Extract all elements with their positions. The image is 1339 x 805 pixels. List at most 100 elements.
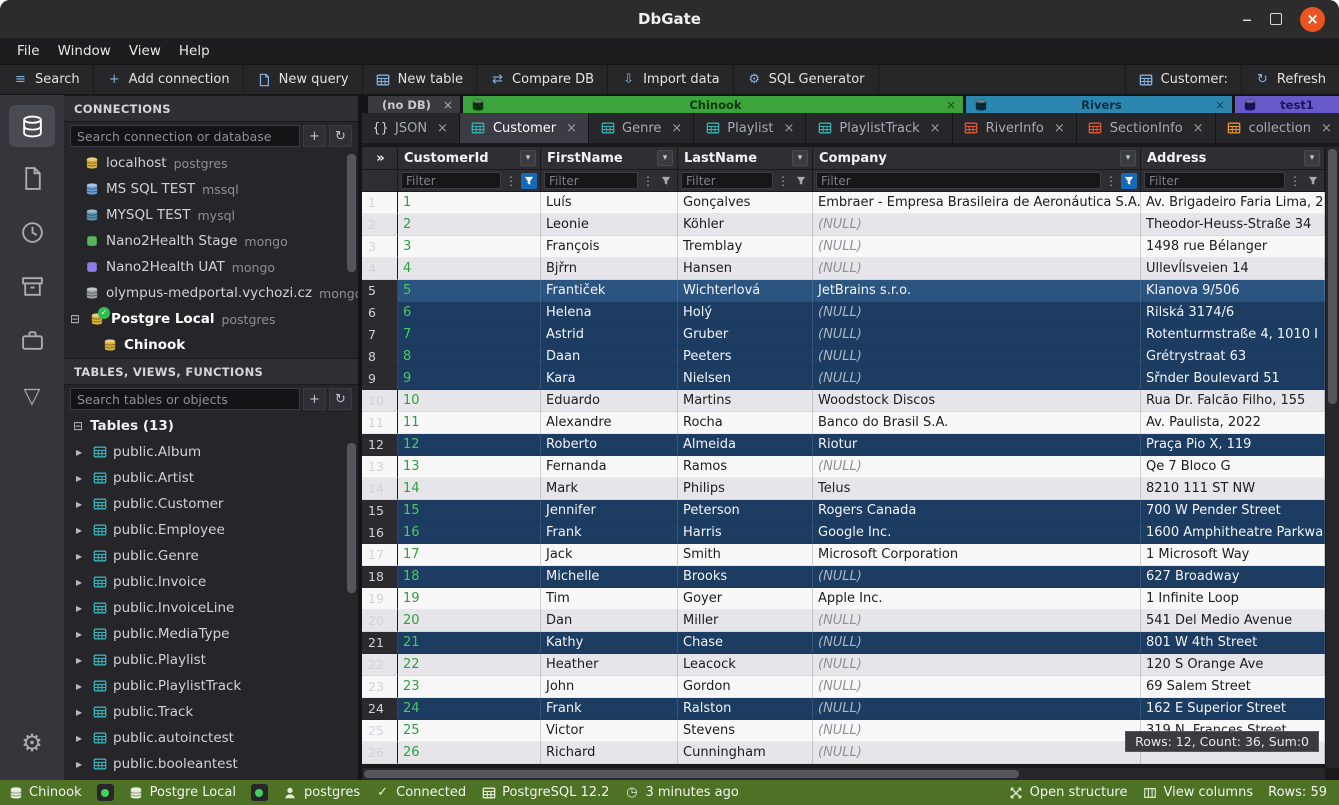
cell[interactable]: Embraer - Empresa Brasileira de Aeronáut…	[813, 192, 1141, 214]
cell[interactable]: 7	[398, 324, 541, 346]
table-row[interactable]: 2424FrankRalston(NULL)162 E Superior Str…	[362, 698, 1339, 720]
row-number[interactable]: 10	[362, 390, 398, 412]
cell[interactable]: Almeida	[678, 434, 813, 456]
cell[interactable]: 6	[398, 302, 541, 324]
table-row[interactable]: 1515JenniferPetersonRogers Canada700 W P…	[362, 500, 1339, 522]
cell[interactable]: Holý	[678, 302, 813, 324]
cell[interactable]: Heather	[541, 654, 678, 676]
add-connection-small-button[interactable]: +	[303, 125, 326, 147]
cell[interactable]: Google Inc.	[813, 522, 1141, 544]
column-header-address[interactable]: Address▾	[1141, 147, 1325, 170]
close-icon[interactable]: ×	[784, 121, 795, 136]
cell[interactable]: Qe 7 Bloco G	[1141, 456, 1325, 478]
cell[interactable]: 22	[398, 654, 541, 676]
table-public-genre[interactable]: ▸public.Genre	[64, 543, 358, 569]
connection-localhost[interactable]: localhostpostgres	[64, 150, 358, 176]
table-public-employee[interactable]: ▸public.Employee	[64, 517, 358, 543]
toolbar-new-query[interactable]: New query	[244, 65, 363, 94]
row-number[interactable]: 6	[362, 302, 398, 324]
cell[interactable]: Banco do Brasil S.A.	[813, 412, 1141, 434]
table-public-customer[interactable]: ▸public.Customer	[64, 491, 358, 517]
row-number[interactable]: 24	[362, 698, 398, 720]
cell[interactable]: 23	[398, 676, 541, 698]
close-icon[interactable]: ×	[1054, 121, 1065, 136]
tab-genre[interactable]: Genre×	[589, 113, 694, 143]
row-number[interactable]: 7	[362, 324, 398, 346]
expand-chevron-icon[interactable]: ▸	[72, 757, 86, 771]
connection-search-input[interactable]	[70, 125, 300, 147]
dbtab-no-db[interactable]: (no DB)×	[368, 96, 460, 113]
cell[interactable]: Victor	[541, 720, 678, 742]
connection-nano2health-uat[interactable]: Nano2Health UATmongo	[64, 254, 358, 280]
table-public-artist[interactable]: ▸public.Artist	[64, 465, 358, 491]
close-icon[interactable]: ×	[437, 121, 448, 136]
row-number[interactable]: 3	[362, 236, 398, 258]
cell[interactable]: Rogers Canada	[813, 500, 1141, 522]
table-row[interactable]: 99KaraNielsen(NULL)Sřnder Boulevard 51	[362, 368, 1339, 390]
filter-input-company[interactable]	[816, 172, 1101, 189]
cell[interactable]: Klanova 9/506	[1141, 280, 1325, 302]
row-number[interactable]: 26	[362, 742, 398, 764]
table-row[interactable]: 2323JohnGordon(NULL)69 Salem Street	[362, 676, 1339, 698]
cell[interactable]: Theodor-Heuss-Straße 34	[1141, 214, 1325, 236]
sidebar-tab-plugins[interactable]	[9, 321, 55, 363]
cell[interactable]: Jennifer	[541, 500, 678, 522]
menu-window[interactable]: Window	[49, 43, 120, 59]
cell[interactable]: Tremblay	[678, 236, 813, 258]
table-row[interactable]: 1414MarkPhilipsTelus8210 111 ST NW	[362, 478, 1339, 500]
cell[interactable]: 3	[398, 236, 541, 258]
tab-customer[interactable]: Customer×	[460, 113, 589, 143]
funnel-icon[interactable]	[658, 173, 674, 189]
menu-file[interactable]: File	[8, 43, 49, 59]
cell[interactable]: 14	[398, 478, 541, 500]
cell[interactable]: 10	[398, 390, 541, 412]
maximize-button[interactable]	[1270, 13, 1282, 25]
close-icon[interactable]: ×	[443, 98, 453, 112]
table-row[interactable]: 1313FernandaRamos(NULL)Qe 7 Bloco G	[362, 456, 1339, 478]
row-number[interactable]: 13	[362, 456, 398, 478]
row-number[interactable]: 12	[362, 434, 398, 456]
add-table-small-button[interactable]: +	[303, 388, 326, 410]
cell[interactable]: Astrid	[541, 324, 678, 346]
cell[interactable]: (NULL)	[813, 632, 1141, 654]
cell[interactable]: 13	[398, 456, 541, 478]
expand-chevron-icon[interactable]: ▸	[72, 523, 86, 537]
cell[interactable]: (NULL)	[813, 698, 1141, 720]
scrollbar-thumb[interactable]	[364, 770, 1019, 778]
collapse-icon[interactable]: ⊟	[68, 312, 82, 326]
cell[interactable]: Richard	[541, 742, 678, 764]
cell[interactable]: Brooks	[678, 566, 813, 588]
table-row[interactable]: 1717JackSmithMicrosoft Corporation1 Micr…	[362, 544, 1339, 566]
cell[interactable]: (NULL)	[813, 566, 1141, 588]
column-header-lastname[interactable]: LastName▾	[678, 147, 813, 170]
cell[interactable]: Helena	[541, 302, 678, 324]
status-connected[interactable]: ✓Connected	[375, 785, 466, 800]
close-icon[interactable]: ×	[946, 98, 956, 112]
expand-chevron-icon[interactable]: ▸	[72, 601, 86, 615]
cell[interactable]: Tim	[541, 588, 678, 610]
table-row[interactable]: 2222HeatherLeacock(NULL)120 S Orange Ave	[362, 654, 1339, 676]
close-icon[interactable]: ×	[1321, 121, 1332, 136]
menu-view[interactable]: View	[120, 43, 170, 59]
cell[interactable]: (NULL)	[813, 368, 1141, 390]
cell[interactable]: 5	[398, 280, 541, 302]
horizontal-scrollbar[interactable]	[362, 768, 1325, 780]
cell[interactable]: Kathy	[541, 632, 678, 654]
scrollbar-thumb[interactable]	[1328, 149, 1337, 404]
cell[interactable]: 15	[398, 500, 541, 522]
cell[interactable]: Kara	[541, 368, 678, 390]
cell[interactable]: Köhler	[678, 214, 813, 236]
cell[interactable]: 17	[398, 544, 541, 566]
row-number[interactable]: 14	[362, 478, 398, 500]
cell[interactable]: 21	[398, 632, 541, 654]
filter-menu-icon[interactable]: ⋮	[640, 173, 656, 189]
expand-chevron-icon[interactable]: ▸	[72, 497, 86, 511]
row-number[interactable]: 2	[362, 214, 398, 236]
table-row[interactable]: 1111AlexandreRochaBanco do Brasil S.A.Av…	[362, 412, 1339, 434]
cell[interactable]: Daan	[541, 346, 678, 368]
cell[interactable]: Luís	[541, 192, 678, 214]
tables-group-header[interactable]: ⊟Tables (13)	[64, 413, 358, 439]
toolbar-import-data[interactable]: ⇩Import data	[608, 65, 734, 94]
row-number[interactable]: 22	[362, 654, 398, 676]
filter-input-firstname[interactable]	[544, 172, 638, 189]
